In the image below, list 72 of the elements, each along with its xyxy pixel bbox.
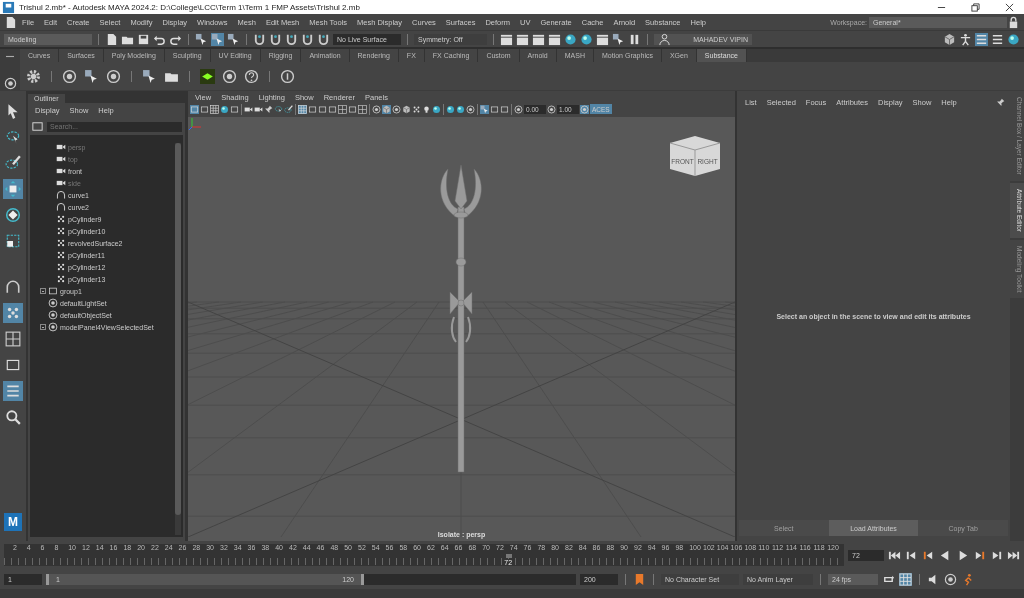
pause-icon[interactable] [628, 32, 641, 46]
expand-toggle[interactable] [40, 288, 46, 294]
pin-icon[interactable] [996, 97, 1005, 107]
select-icon[interactable] [480, 104, 489, 114]
select-hierarchy-icon[interactable] [195, 32, 208, 46]
auto-key-icon[interactable] [899, 572, 912, 586]
playhead[interactable] [506, 554, 513, 558]
help-icon[interactable] [244, 68, 259, 84]
magnet-icon[interactable] [317, 32, 330, 46]
material-icon[interactable] [200, 68, 215, 84]
magnet-icon[interactable] [269, 32, 282, 46]
select-object-icon[interactable] [211, 32, 224, 46]
panel-icon[interactable] [991, 32, 1004, 46]
maya-logo[interactable]: M [4, 513, 22, 531]
camera-icon [56, 142, 66, 152]
light-icon[interactable] [422, 104, 431, 114]
sphere-icon[interactable] [432, 104, 441, 114]
magnet-icon[interactable] [253, 32, 266, 46]
new-scene-icon[interactable] [105, 32, 118, 46]
magnet-icon[interactable] [285, 32, 298, 46]
lock-icon[interactable] [1007, 15, 1020, 29]
frame-icon[interactable] [348, 104, 357, 114]
cube-icon[interactable] [402, 104, 411, 114]
lasso-icon[interactable] [274, 104, 283, 114]
clapper-icon[interactable] [548, 32, 561, 46]
clapper-icon[interactable] [516, 32, 529, 46]
window-title: Trishul 2.mb* - Autodesk MAYA 2024.2: D:\College\LCC\Term 1\Term 1 FMP Assets\Trishul 2.mb [19, 2, 360, 12]
camera-icon [56, 154, 66, 164]
expand-toggle[interactable] [40, 324, 46, 330]
close-icon[interactable] [1004, 2, 1014, 12]
sphere-icon[interactable] [446, 104, 455, 114]
gear-icon[interactable] [26, 68, 41, 84]
shelf-tool-icon[interactable] [62, 68, 77, 84]
grid-icon[interactable] [298, 104, 307, 114]
frame-icon[interactable] [200, 104, 209, 114]
layout-icon[interactable] [358, 104, 367, 114]
shelf-options-icon[interactable] [3, 77, 17, 90]
ring-icon[interactable] [466, 104, 475, 114]
search-icon[interactable] [3, 407, 23, 427]
person-icon [658, 32, 671, 46]
outliner-layout-icon[interactable] [3, 381, 23, 401]
frame-icon[interactable] [230, 104, 239, 114]
rotate-tool-icon[interactable] [3, 205, 23, 225]
sphere-icon[interactable] [1007, 32, 1020, 46]
restore-icon[interactable] [970, 2, 980, 12]
info-icon[interactable] [280, 68, 295, 84]
camera-icon [56, 178, 66, 188]
cube-icon[interactable] [943, 32, 956, 46]
sphere-icon[interactable] [564, 32, 577, 46]
cube-icon[interactable] [382, 104, 391, 114]
clapper-icon[interactable] [500, 32, 513, 46]
timer-icon[interactable] [944, 572, 957, 586]
move-tool-icon[interactable] [3, 179, 23, 199]
camera-icon [56, 166, 66, 176]
select-camera-icon[interactable] [190, 104, 199, 114]
clapper-icon[interactable] [596, 32, 609, 46]
layout-icon[interactable] [338, 104, 347, 114]
magnet-icon[interactable] [301, 32, 314, 46]
list-icon[interactable] [975, 32, 988, 46]
checker-icon[interactable] [412, 104, 421, 114]
figure-icon[interactable] [959, 32, 972, 46]
save-icon[interactable] [137, 32, 150, 46]
pencil-icon[interactable] [284, 104, 293, 114]
select-component-icon[interactable] [227, 32, 240, 46]
sphere-icon[interactable] [580, 32, 593, 46]
sphere-icon[interactable] [456, 104, 465, 114]
axis-indicator-icon [188, 117, 202, 131]
four-view-icon[interactable] [3, 329, 23, 349]
scrollbar-thumb[interactable] [175, 143, 181, 516]
grid-icon[interactable] [210, 104, 219, 114]
sphere-icon[interactable] [220, 104, 229, 114]
clapper-icon[interactable] [532, 32, 545, 46]
